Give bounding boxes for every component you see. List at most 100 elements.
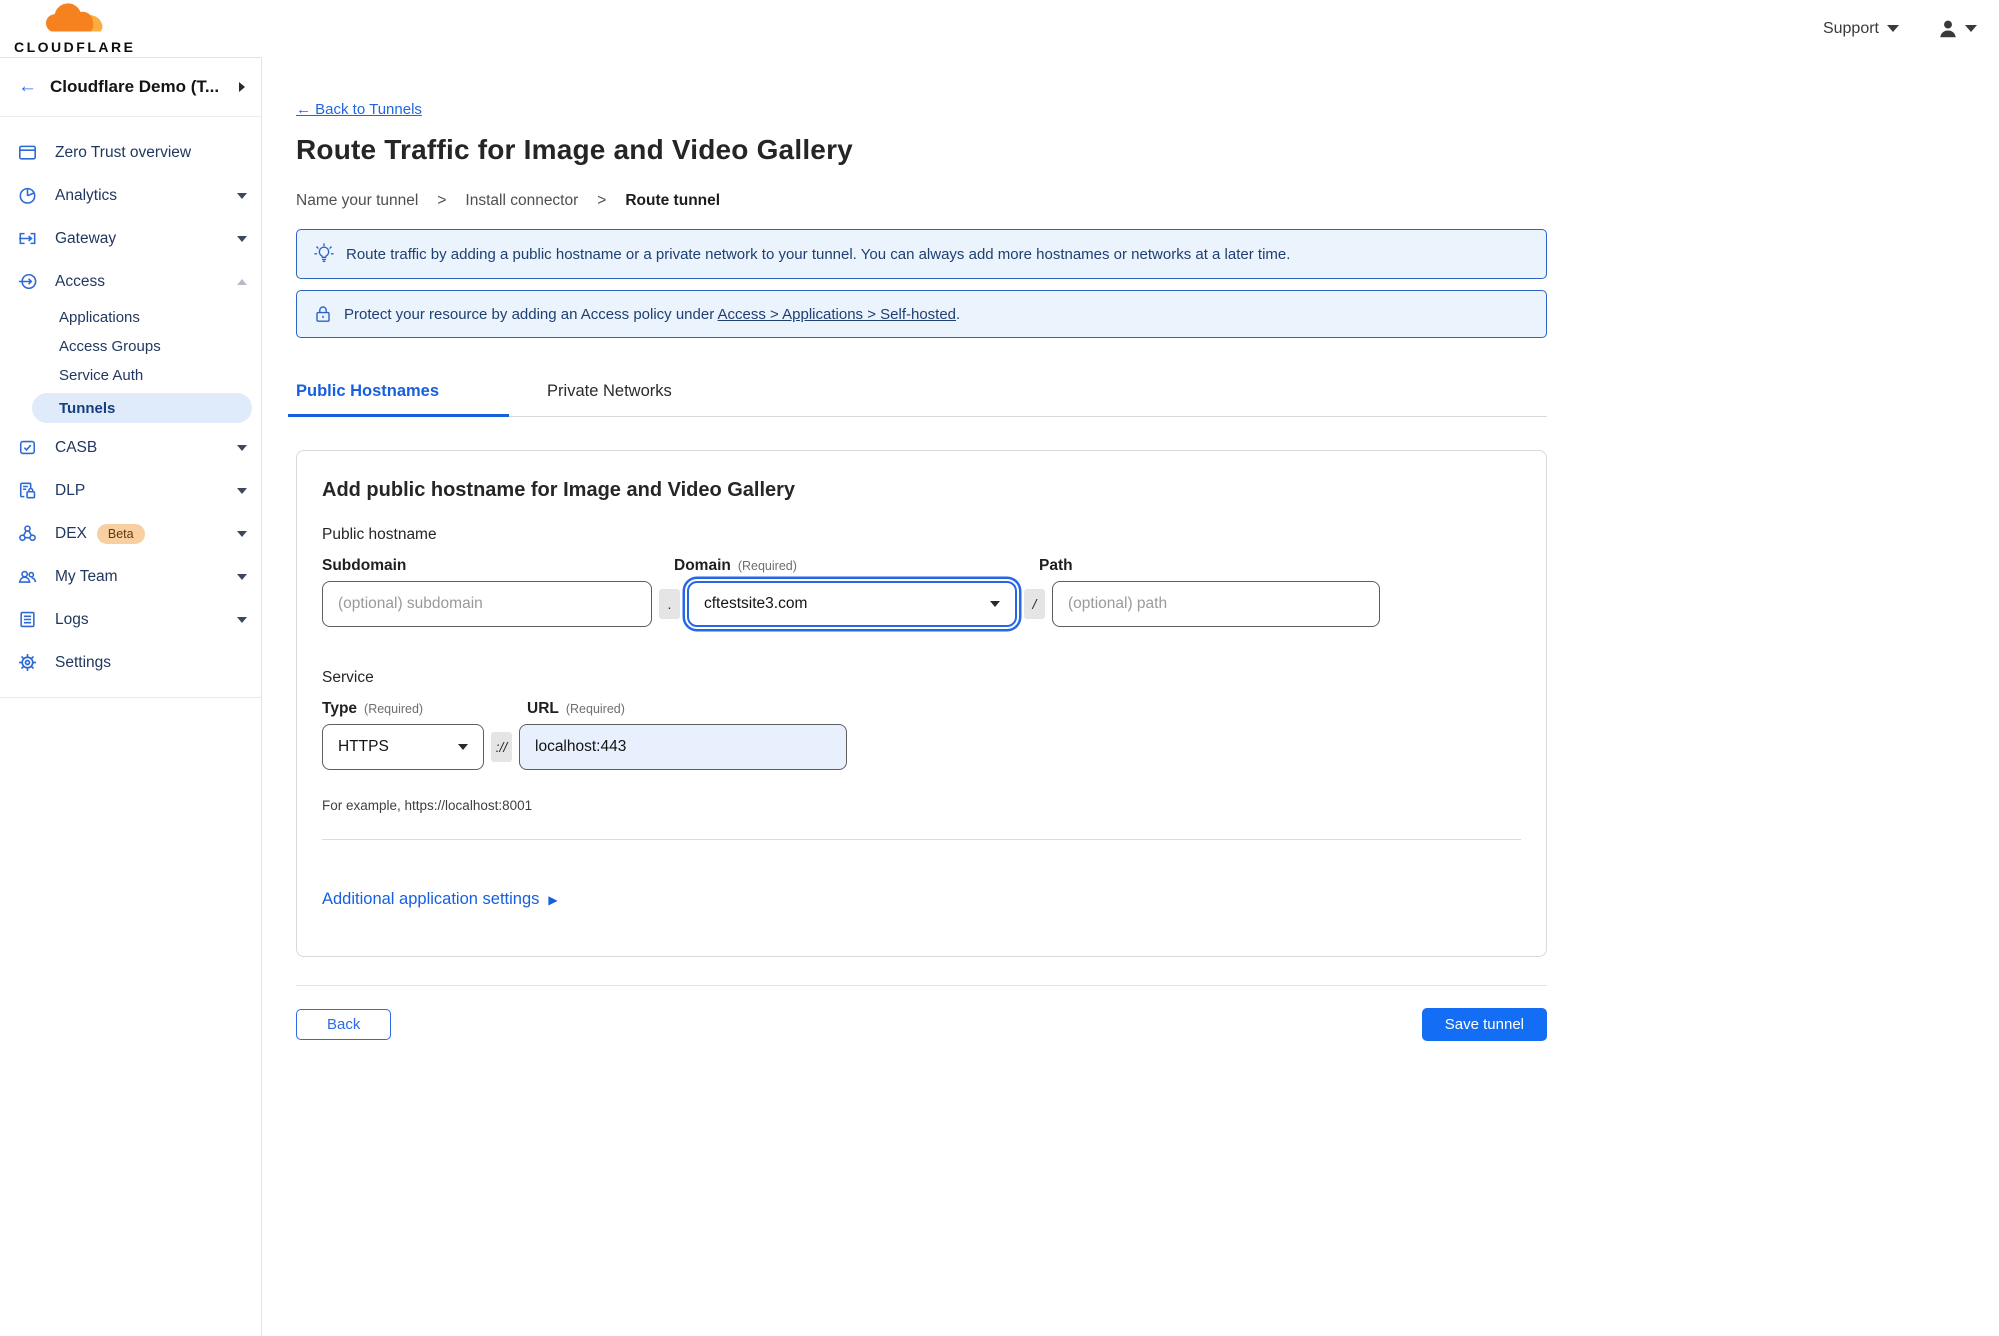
add-public-hostname-card: Add public hostname for Image and Video … — [296, 450, 1547, 957]
sidebar-item-label: DEX — [55, 524, 87, 542]
sidebar-item-applications[interactable]: Applications — [0, 303, 261, 332]
access-icon — [18, 272, 37, 291]
user-menu[interactable] — [1937, 18, 1977, 40]
sidebar-subitem-label: Service Auth — [59, 367, 144, 384]
gear-icon — [18, 653, 37, 672]
sidebar-item-gateway[interactable]: Gateway — [0, 217, 261, 260]
chevron-down-icon — [237, 487, 247, 494]
sidebar-item-label: Logs — [55, 610, 89, 628]
chevron-down-icon — [237, 616, 247, 623]
sidebar-item-zero-trust-overview[interactable]: Zero Trust overview — [0, 131, 261, 174]
service-url-input[interactable] — [519, 724, 847, 770]
main-content: ← Back to Tunnels Route Traffic for Imag… — [262, 57, 1999, 1336]
service-section-label: Service — [322, 669, 374, 686]
path-label: Path — [1039, 557, 1073, 574]
additional-settings-label: Additional application settings — [322, 890, 540, 908]
service-type-value: HTTPS — [338, 738, 389, 755]
sidebar-item-label: DLP — [55, 481, 86, 499]
sidebar-item-label: Settings — [55, 653, 112, 671]
sidebar-item-label: Zero Trust overview — [55, 143, 192, 161]
chevron-right-icon: ▶ — [548, 892, 558, 907]
casb-check-icon — [18, 438, 37, 457]
support-label: Support — [1822, 19, 1879, 37]
type-label-text: Type — [322, 700, 358, 717]
breadcrumb-step-install-connector[interactable]: Install connector — [465, 192, 578, 210]
sidebar-subitem-label: Access Groups — [59, 338, 161, 355]
tab-bar: Public Hostnames Private Networks — [288, 382, 1547, 417]
back-arrow-icon[interactable]: ← — [18, 76, 37, 98]
sidebar-item-label: Gateway — [55, 229, 117, 247]
sidebar-item-access-groups[interactable]: Access Groups — [0, 332, 261, 361]
subdomain-label: Subdomain — [322, 557, 407, 574]
url-label: URL (Required) — [527, 700, 625, 718]
network-nodes-icon — [18, 524, 37, 543]
breadcrumb-separator: > — [597, 192, 607, 209]
support-menu[interactable]: Support — [1823, 20, 1899, 38]
breadcrumb-step-route-tunnel: Route tunnel — [625, 192, 721, 209]
tab-public-hostnames[interactable]: Public Hostnames — [288, 382, 510, 417]
cloudflare-logo[interactable]: CLOUDFLARE — [14, 3, 135, 54]
window-icon — [18, 143, 37, 162]
path-input[interactable] — [1052, 581, 1380, 627]
banner-text-prefix: Protect your resource by adding an Acces… — [344, 305, 718, 323]
save-tunnel-button[interactable]: Save tunnel — [1421, 1008, 1547, 1041]
url-example-hint: For example, https://localhost:8001 — [322, 798, 533, 813]
sidebar-item-settings[interactable]: Settings — [0, 641, 261, 684]
url-required-hint: (Required) — [565, 702, 625, 716]
beta-badge: Beta — [96, 523, 145, 544]
sidebar-item-my-team[interactable]: My Team — [0, 555, 261, 598]
footer-actions: Back Save tunnel — [296, 1008, 1547, 1041]
sidebar-item-label: Access — [55, 272, 105, 290]
chevron-up-icon — [237, 278, 247, 285]
chevron-right-icon[interactable] — [239, 82, 245, 92]
access-applications-self-hosted-link[interactable]: Access > Applications > Self-hosted — [718, 306, 956, 323]
sidebar-item-tunnels[interactable]: Tunnels — [32, 393, 252, 423]
list-document-icon — [18, 610, 37, 629]
sidebar-item-analytics[interactable]: Analytics — [0, 174, 261, 217]
pie-chart-icon — [18, 186, 37, 205]
chevron-down-icon — [990, 601, 1000, 607]
sidebar-item-access[interactable]: Access — [0, 260, 261, 303]
sidebar-divider — [0, 697, 261, 698]
breadcrumb-separator: > — [437, 192, 447, 209]
sidebar-nav: Zero Trust overview Analytics Gateway Ac… — [0, 117, 261, 698]
person-icon — [1940, 20, 1956, 37]
banner-text: Protect your resource by adding an Acces… — [344, 306, 960, 323]
breadcrumb: Name your tunnel > Install connector > R… — [296, 192, 1547, 210]
chevron-down-icon — [237, 235, 247, 242]
subdomain-input[interactable] — [322, 581, 652, 627]
url-label-text: URL — [527, 700, 559, 717]
top-header: CLOUDFLARE Support — [0, 0, 1999, 57]
additional-application-settings-toggle[interactable]: Additional application settings ▶ — [322, 890, 558, 909]
back-button[interactable]: Back — [296, 1009, 392, 1040]
sidebar-subitem-label: Tunnels — [59, 399, 116, 417]
domain-select-value: cftestsite3.com — [704, 595, 808, 612]
back-to-tunnels-link[interactable]: ← Back to Tunnels — [296, 101, 422, 118]
lock-icon — [316, 306, 330, 322]
breadcrumb-step-name-your-tunnel[interactable]: Name your tunnel — [296, 192, 418, 210]
sidebar-item-dlp[interactable]: DLP — [0, 469, 261, 512]
sidebar-item-dex[interactable]: DEX Beta — [0, 512, 261, 555]
sidebar-item-logs[interactable]: Logs — [0, 598, 261, 641]
sidebar: ← Cloudflare Demo (T... Zero Trust overv… — [0, 57, 262, 1336]
banner-text-suffix: . — [956, 305, 961, 323]
sidebar-item-label: Analytics — [55, 186, 118, 204]
tab-private-networks[interactable]: Private Networks — [547, 382, 672, 416]
dot-separator: . — [659, 589, 680, 619]
gateway-icon — [18, 229, 37, 248]
cloudflare-logo-text: CLOUDFLARE — [14, 39, 136, 55]
chevron-down-icon — [1965, 25, 1977, 32]
sidebar-subitem-label: Applications — [59, 309, 140, 326]
chevron-down-icon — [237, 573, 247, 580]
domain-select[interactable]: cftestsite3.com — [687, 581, 1017, 627]
type-required-hint: (Required) — [364, 702, 424, 716]
card-divider — [322, 839, 1521, 840]
banner-text: Route traffic by adding a public hostnam… — [346, 245, 1291, 263]
service-type-select[interactable]: HTTPS — [322, 724, 484, 770]
sidebar-item-casb[interactable]: CASB — [0, 426, 261, 469]
chevron-down-icon — [237, 444, 247, 451]
cloudflare-cloud-icon — [45, 3, 103, 32]
footer-divider — [296, 985, 1547, 986]
sidebar-item-service-auth[interactable]: Service Auth — [0, 361, 261, 390]
sidebar-item-label: CASB — [55, 438, 98, 456]
